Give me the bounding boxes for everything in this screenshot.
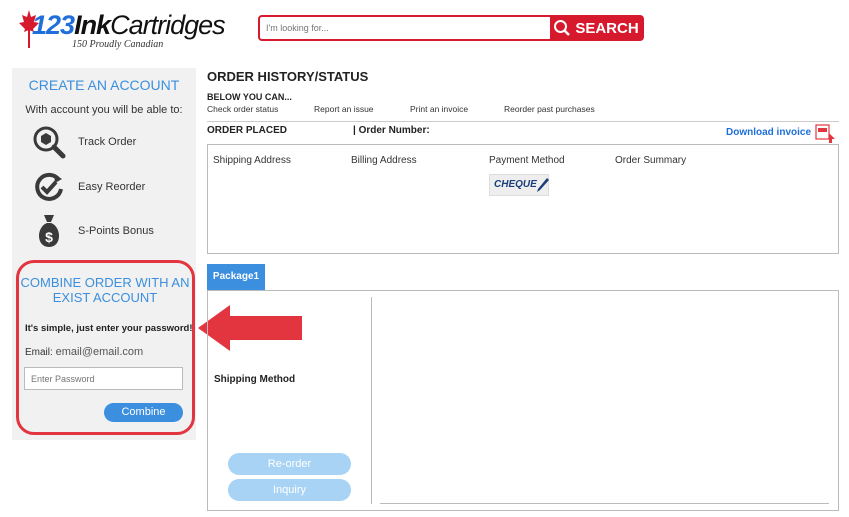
shipping-address-header: Shipping Address [213, 155, 291, 166]
inquiry-button[interactable]: Inquiry [228, 479, 351, 501]
package-divider [371, 297, 372, 504]
svg-text:$: $ [45, 229, 53, 245]
combine-title: COMBINE ORDER WITH AN EXIST ACCOUNT [20, 275, 190, 305]
site-logo[interactable]: 123InkCartridges 150 Proudly Canadian [14, 8, 226, 52]
search-icon [554, 20, 571, 36]
page-title: ORDER HISTORY/STATUS [207, 69, 369, 84]
pen-icon [537, 178, 549, 192]
combine-instructions: It's simple, just enter your password! [25, 323, 193, 334]
payment-method-header: Payment Method [489, 155, 565, 166]
billing-address-header: Billing Address [351, 155, 417, 166]
search-bar: SEARCH [258, 15, 644, 41]
create-account-subtitle: With account you will be able to: [25, 104, 183, 116]
order-summary-header: Order Summary [615, 155, 687, 166]
reorder-icon [30, 169, 68, 205]
pdf-download-icon[interactable] [815, 124, 837, 144]
package-footer-rule [380, 503, 829, 504]
action-reorder-past[interactable]: Reorder past purchases [504, 104, 595, 114]
package-panel [207, 290, 839, 511]
search-button-label: SEARCH [575, 19, 639, 37]
cheque-payment-badge: CHEQUE [489, 174, 549, 196]
shipping-method-label: Shipping Method [214, 374, 296, 385]
track-order-icon [30, 124, 68, 160]
reorder-button[interactable]: Re-order [228, 453, 351, 475]
logo-wordmark: 123InkCartridges [32, 10, 226, 40]
search-button[interactable]: SEARCH [550, 17, 642, 39]
money-bag-icon: $ [30, 213, 68, 249]
feature-label: S-Points Bonus [78, 225, 154, 237]
action-check-status[interactable]: Check order status [207, 104, 278, 114]
cheque-label: CHEQUE [494, 179, 537, 190]
feature-label: Track Order [78, 136, 137, 148]
action-report-issue[interactable]: Report an issue [314, 104, 374, 114]
email-row: Email: email@email.com [25, 346, 143, 358]
actions-heading: BELOW YOU CAN... [207, 92, 292, 102]
feature-track-order: Track Order [30, 124, 136, 160]
feature-spoints: $ S-Points Bonus [30, 213, 154, 249]
email-label: Email: [25, 347, 53, 358]
tab-package1[interactable]: Package1 [207, 264, 265, 290]
create-account-title[interactable]: CREATE AN ACCOUNT [12, 77, 196, 93]
logo-tagline: 150 Proudly Canadian [72, 39, 164, 50]
combine-button[interactable]: Combine [104, 403, 183, 422]
download-invoice-link[interactable]: Download invoice [726, 127, 811, 138]
email-value: email@email.com [55, 346, 144, 358]
password-field[interactable] [24, 367, 183, 390]
order-placed-label: ORDER PLACED [207, 125, 288, 136]
divider [207, 121, 839, 122]
action-print-invoice[interactable]: Print an invoice [410, 104, 468, 114]
search-input[interactable] [260, 17, 550, 39]
order-number-label: | Order Number: [353, 125, 430, 136]
feature-easy-reorder: Easy Reorder [30, 169, 145, 205]
feature-label: Easy Reorder [78, 181, 146, 193]
